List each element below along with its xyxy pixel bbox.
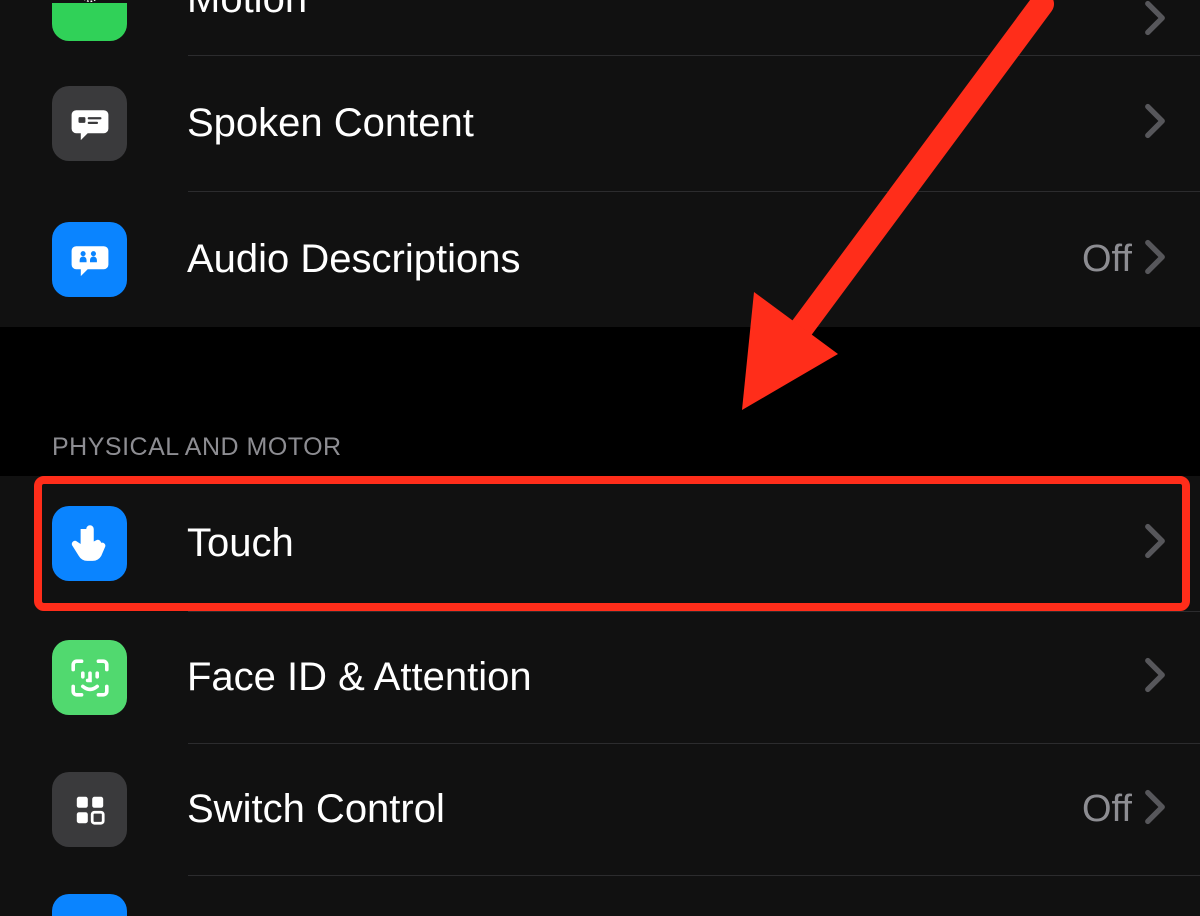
settings-label: Motion: [187, 0, 1144, 19]
accessibility-settings-list: Motion Spoken Content: [0, 0, 1200, 916]
settings-group-physical-motor: Touch Face ID & Attention: [0, 476, 1200, 916]
chevron-right-icon: [1144, 239, 1166, 280]
chevron-right-icon: [1144, 657, 1166, 698]
settings-row-cropped[interactable]: [0, 876, 1200, 916]
settings-row-audio-descriptions[interactable]: Audio Descriptions Off: [0, 192, 1200, 327]
settings-group-1: Motion Spoken Content: [0, 0, 1200, 327]
settings-label: Switch Control: [187, 787, 1082, 832]
settings-label: Spoken Content: [187, 101, 1144, 146]
settings-label: Touch: [187, 521, 1144, 566]
settings-row-motion[interactable]: Motion: [0, 0, 1200, 55]
settings-row-switch-control[interactable]: Switch Control Off: [0, 744, 1200, 875]
face-id-icon: [52, 640, 127, 715]
chevron-right-icon: [1144, 523, 1166, 564]
chevron-right-icon: [1144, 103, 1166, 144]
settings-value: Off: [1082, 788, 1132, 831]
settings-row-face-id[interactable]: Face ID & Attention: [0, 612, 1200, 743]
audio-descriptions-icon: [52, 222, 127, 297]
settings-row-spoken-content[interactable]: Spoken Content: [0, 56, 1200, 191]
settings-row-touch[interactable]: Touch: [0, 476, 1200, 611]
chevron-right-icon: [1144, 0, 1166, 41]
chevron-right-icon: [1144, 789, 1166, 830]
settings-value: Off: [1082, 238, 1132, 281]
motion-icon: [52, 3, 127, 41]
settings-label: Audio Descriptions: [187, 237, 1082, 282]
settings-icon-cropped: [52, 894, 127, 916]
touch-icon: [52, 506, 127, 581]
spoken-content-icon: [52, 86, 127, 161]
settings-label: Face ID & Attention: [187, 655, 1144, 700]
switch-control-icon: [52, 772, 127, 847]
section-gap: [0, 327, 1200, 415]
section-header-physical-motor: PHYSICAL AND MOTOR: [0, 415, 1200, 476]
